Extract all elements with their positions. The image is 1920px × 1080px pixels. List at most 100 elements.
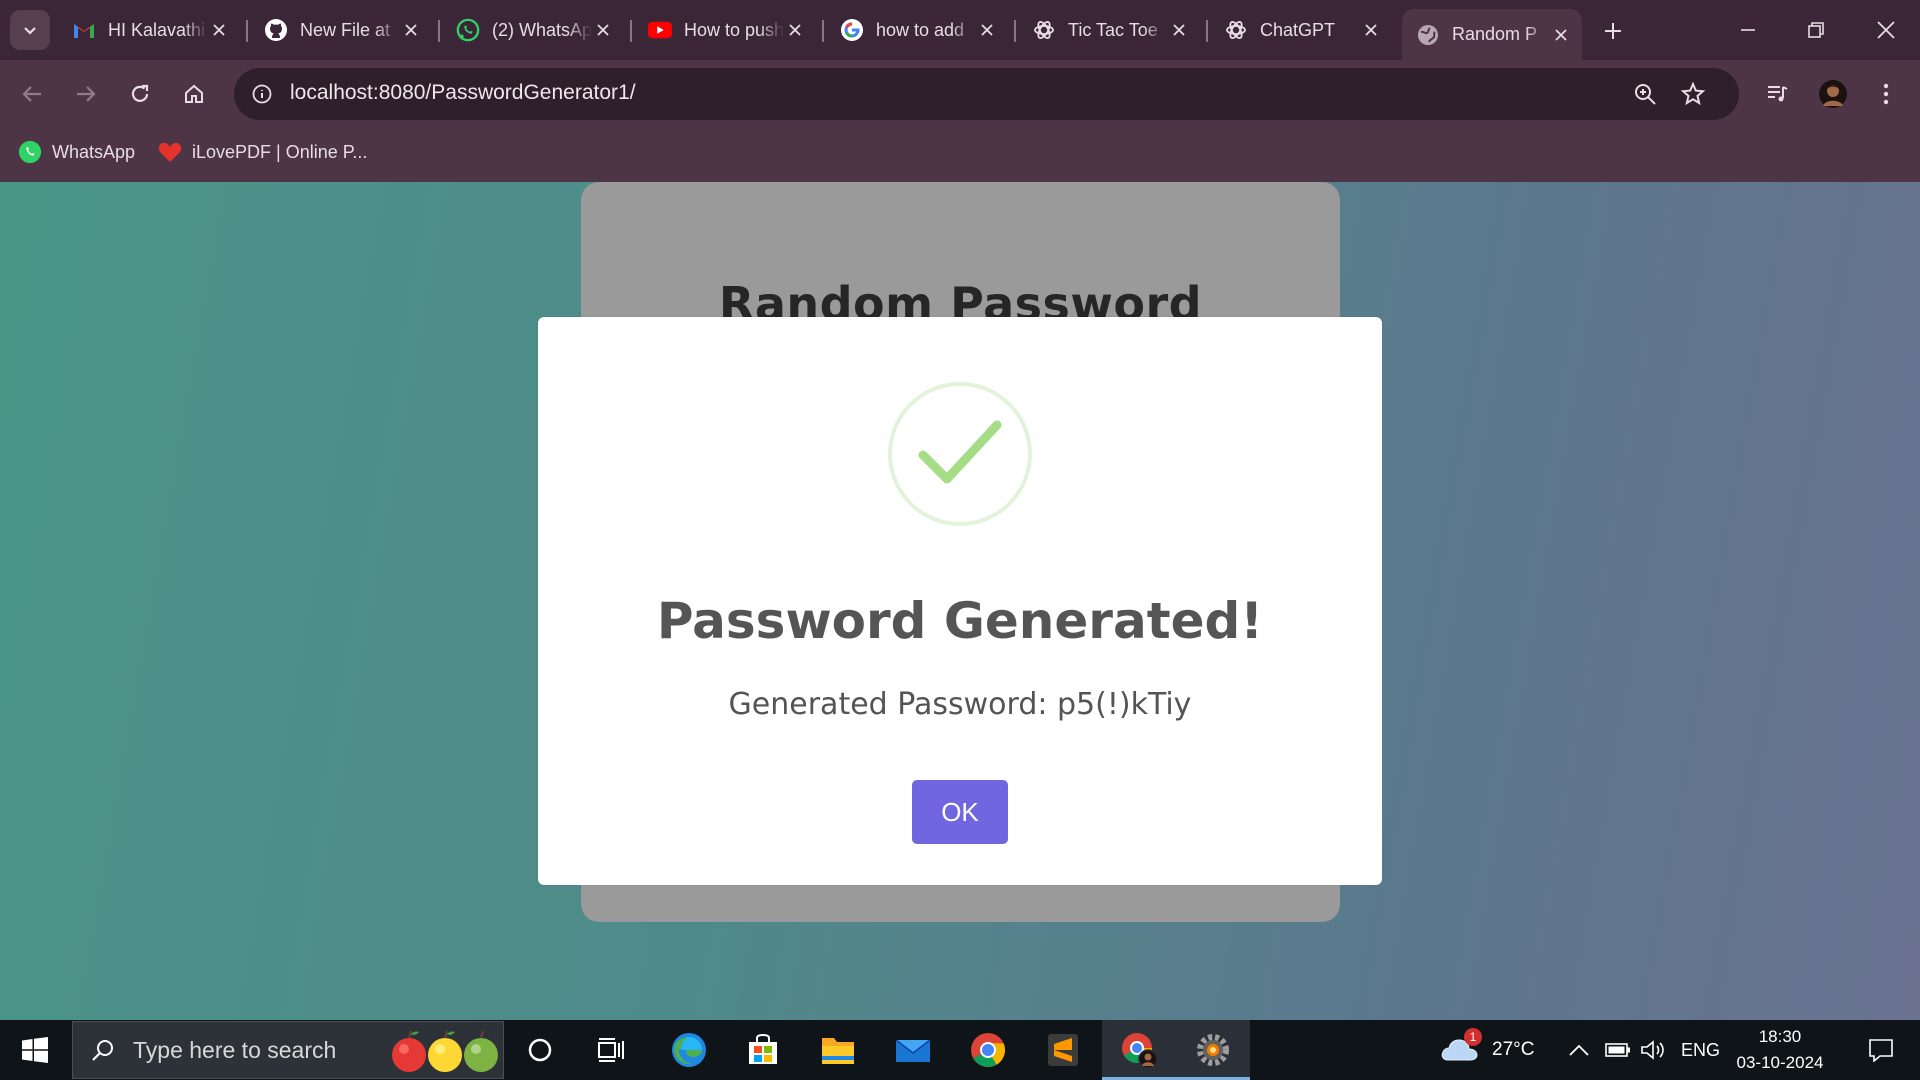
cortana-icon xyxy=(528,1038,552,1062)
task-view-icon xyxy=(598,1038,624,1062)
music-queue-icon xyxy=(1768,86,1788,102)
profile-avatar[interactable] xyxy=(1815,76,1851,112)
taskbar-chrome[interactable] xyxy=(951,1020,1025,1080)
chevron-up-icon xyxy=(1569,1044,1589,1056)
start-button[interactable] xyxy=(0,1020,70,1080)
close-window-button[interactable] xyxy=(1852,0,1920,60)
action-center-button[interactable] xyxy=(1856,1020,1906,1080)
tab-github[interactable]: New File at xyxy=(250,9,432,51)
whatsapp-icon xyxy=(18,140,42,164)
clock[interactable]: 18:30 03-10-2024 xyxy=(1720,1024,1840,1076)
new-tab-button[interactable] xyxy=(1596,14,1630,48)
tab-random-password[interactable]: Random P xyxy=(1402,9,1582,60)
whatsapp-icon xyxy=(456,18,480,42)
task-view-button[interactable] xyxy=(574,1020,648,1080)
ok-button[interactable]: OK xyxy=(912,780,1008,844)
battery-indicator[interactable] xyxy=(1605,1020,1631,1080)
tab-title: (2) WhatsApp xyxy=(492,19,592,40)
taskbar-edge[interactable] xyxy=(652,1020,726,1080)
reload-icon xyxy=(131,84,149,102)
folder-icon xyxy=(822,1038,854,1064)
taskbar-mail[interactable] xyxy=(876,1020,950,1080)
zoom-button[interactable] xyxy=(1632,81,1658,107)
tab-separator xyxy=(630,20,632,42)
tab-strip: HI Kalavathi New File at (2) WhatsApp Ho… xyxy=(0,0,1920,60)
forward-button[interactable] xyxy=(68,76,104,112)
chevron-down-icon xyxy=(24,27,36,35)
search-icon xyxy=(73,1038,133,1062)
tab-title: New File at xyxy=(300,19,391,40)
windows-taskbar: Type here to search 1 27°C ENG 18:30 03-… xyxy=(0,1020,1920,1080)
dialog-title: Password Generated! xyxy=(656,592,1264,650)
browser-toolbar: localhost:8080/PasswordGenerator1/ xyxy=(0,60,1920,128)
volume-indicator[interactable] xyxy=(1640,1020,1666,1080)
ilovepdf-icon xyxy=(158,140,182,164)
taskbar-search[interactable]: Type here to search xyxy=(72,1021,504,1079)
tab-gmail[interactable]: HI Kalavathi xyxy=(58,9,240,51)
battery-icon xyxy=(1605,1043,1630,1057)
close-icon[interactable] xyxy=(208,19,230,41)
success-dialog: Password Generated! Generated Password: … xyxy=(538,317,1382,885)
close-icon xyxy=(1877,21,1895,39)
bookmark-label: iLovePDF | Online P... xyxy=(192,141,368,162)
tab-title: how to add xyxy=(876,19,965,40)
tab-title: Random P xyxy=(1452,24,1538,44)
tab-tic-tac-toe[interactable]: Tic Tac Toe xyxy=(1018,9,1200,51)
home-button[interactable] xyxy=(176,76,212,112)
page-viewport: Random Password Password Generated! Gene… xyxy=(0,182,1920,1020)
gear-icon xyxy=(1197,1034,1229,1066)
site-info-button[interactable] xyxy=(246,78,278,110)
taskbar-settings-app[interactable] xyxy=(1176,1020,1250,1080)
media-control-button[interactable] xyxy=(1760,76,1796,112)
arrow-left-icon xyxy=(22,86,41,102)
restore-button[interactable] xyxy=(1782,0,1850,60)
gmail-icon xyxy=(72,18,96,42)
url-text[interactable]: localhost:8080/PasswordGenerator1/ xyxy=(290,81,636,105)
tab-title: ChatGPT xyxy=(1260,19,1336,40)
avatar-icon xyxy=(1819,80,1847,108)
tray-overflow-button[interactable] xyxy=(1568,1020,1590,1080)
minimize-button[interactable] xyxy=(1714,0,1782,60)
youtube-icon xyxy=(648,18,672,42)
tab-chatgpt[interactable]: ChatGPT xyxy=(1210,9,1392,51)
tab-search-button[interactable] xyxy=(10,10,50,50)
close-icon[interactable] xyxy=(400,19,422,41)
success-check-icon xyxy=(888,382,1032,526)
notification-icon xyxy=(1869,1039,1893,1062)
clock-date: 03-10-2024 xyxy=(1736,1053,1824,1072)
dialog-message: Generated Password: p5(!)kTiy xyxy=(728,687,1192,722)
close-icon[interactable] xyxy=(592,19,614,41)
more-vert-icon xyxy=(1883,83,1889,105)
chrome-profile-icon xyxy=(1122,1033,1158,1069)
cortana-button[interactable] xyxy=(503,1020,577,1080)
back-button[interactable] xyxy=(14,76,50,112)
close-icon[interactable] xyxy=(976,19,998,41)
address-bar[interactable]: localhost:8080/PasswordGenerator1/ xyxy=(234,68,1739,120)
search-highlight-image xyxy=(389,1026,501,1076)
mail-icon xyxy=(895,1039,931,1062)
language-indicator[interactable]: ENG xyxy=(1681,1020,1720,1080)
taskbar-chrome-profile[interactable] xyxy=(1102,1020,1176,1080)
zoom-in-icon xyxy=(1635,84,1656,105)
volume-icon xyxy=(1641,1040,1664,1060)
close-icon[interactable] xyxy=(1360,19,1382,41)
close-icon[interactable] xyxy=(1550,24,1572,46)
browser-menu-button[interactable] xyxy=(1868,76,1904,112)
close-icon[interactable] xyxy=(784,19,806,41)
bookmark-whatsapp[interactable]: WhatsApp xyxy=(18,140,135,164)
weather-widget[interactable]: 1 27°C xyxy=(1440,1020,1534,1080)
bookmark-ilovepdf[interactable]: iLovePDF | Online P... xyxy=(158,140,367,164)
close-icon[interactable] xyxy=(1168,19,1190,41)
bookmark-star-button[interactable] xyxy=(1680,81,1706,107)
taskbar-store[interactable] xyxy=(726,1020,800,1080)
tab-whatsapp[interactable]: (2) WhatsApp xyxy=(442,9,624,51)
openai-icon xyxy=(1032,18,1056,42)
tab-separator xyxy=(822,20,824,42)
tab-youtube[interactable]: How to push xyxy=(634,9,816,51)
store-icon xyxy=(749,1033,777,1064)
reload-button[interactable] xyxy=(122,76,158,112)
tab-google-search[interactable]: how to add xyxy=(826,9,1008,51)
tab-title: How to push xyxy=(684,19,784,40)
taskbar-file-explorer[interactable] xyxy=(801,1020,875,1080)
taskbar-sublime-text[interactable] xyxy=(1026,1020,1100,1080)
